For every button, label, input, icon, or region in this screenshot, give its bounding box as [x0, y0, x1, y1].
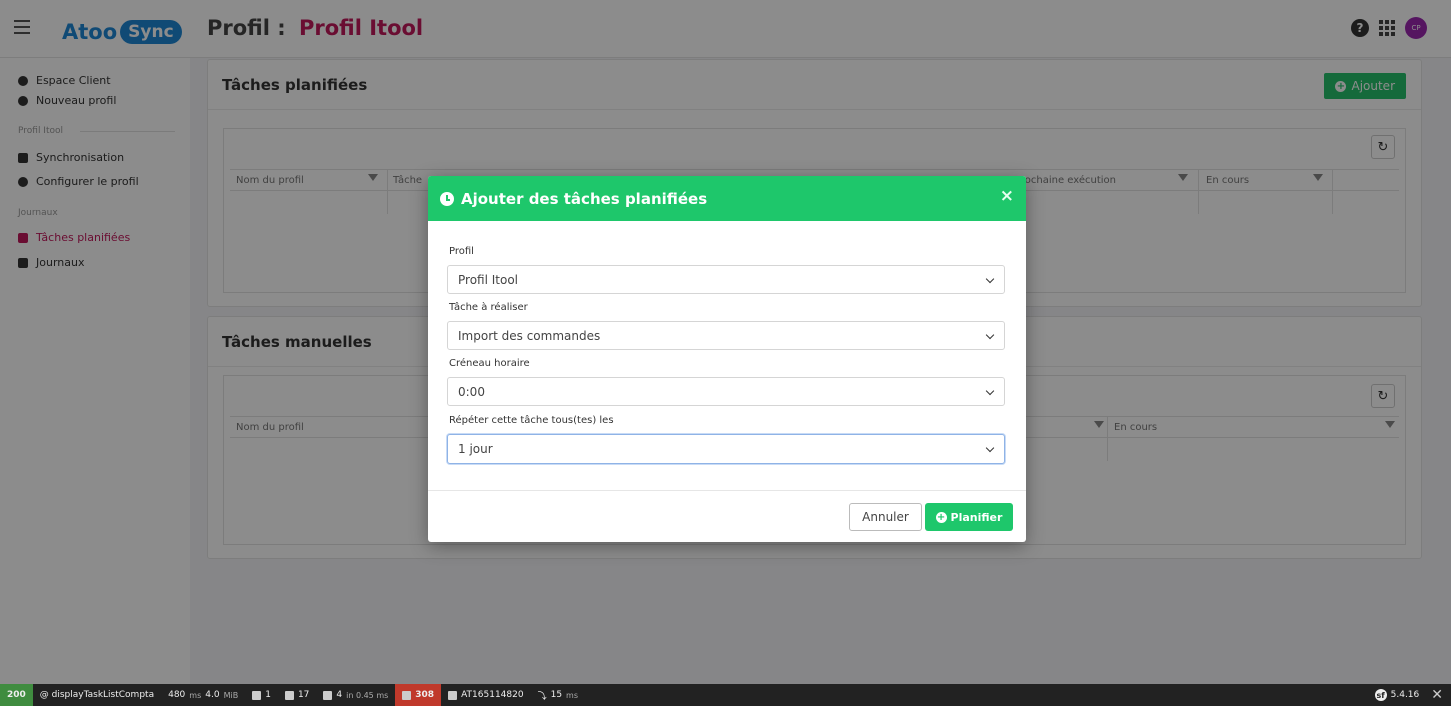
cache-icon [323, 690, 333, 700]
status-code[interactable]: 200 [0, 684, 33, 706]
profil-select[interactable]: Profil Itool [447, 265, 1005, 294]
modal-title: Ajouter des tâches planifiées [461, 189, 708, 208]
forms-info[interactable]: 1 [245, 684, 278, 706]
planifier-label: Planifier [950, 510, 1003, 524]
memory-unit: MiB [223, 690, 239, 700]
templates-count: 17 [297, 690, 310, 700]
repeter-select-value: 1 jour [458, 442, 493, 456]
plus-circle-icon: + [935, 511, 947, 523]
chevron-down-icon [985, 386, 995, 396]
close-icon[interactable]: ✕ [1431, 687, 1443, 703]
error-icon [402, 690, 412, 700]
tache-label: Tâche à réaliser [449, 302, 528, 313]
creneau-select-value: 0:00 [458, 385, 485, 399]
profil-select-value: Profil Itool [458, 273, 519, 287]
version: 5.4.16 [1390, 690, 1420, 700]
cancel-button[interactable]: Annuler [849, 503, 922, 531]
ajax-icon: ⤵ [537, 691, 547, 702]
user-id: AT165114820 [461, 690, 524, 700]
creneau-label: Créneau horaire [449, 358, 530, 369]
close-icon[interactable]: × [1000, 188, 1014, 205]
request-time-value: 480 [168, 690, 186, 700]
route-info[interactable]: @ displayTaskListCompta [33, 684, 161, 706]
chevron-down-icon [985, 274, 995, 284]
ajax-unit: ms [566, 690, 579, 700]
request-time-unit: ms [189, 690, 202, 700]
debug-right: sf 5.4.16 ✕ [1374, 684, 1443, 706]
cache-info[interactable]: 4 in 0.45 ms [316, 684, 395, 706]
user-icon [448, 690, 458, 700]
form-icon [252, 690, 262, 700]
tache-select-value: Import des commandes [458, 329, 601, 343]
user-info[interactable]: AT165114820 [441, 684, 531, 706]
tache-select[interactable]: Import des commandes [447, 321, 1005, 350]
cache-detail: in 0.45 ms [346, 690, 389, 700]
clock-icon [440, 191, 454, 206]
modal-header: Ajouter des tâches planifiées × [428, 176, 1026, 221]
chevron-down-icon [985, 443, 995, 453]
cache-count: 4 [336, 690, 343, 700]
symfony-icon: sf [1374, 689, 1387, 701]
request-time[interactable]: 480 ms 4.0 MiB [161, 684, 245, 706]
creneau-select[interactable]: 0:00 [447, 377, 1005, 406]
modal-footer: Annuler + Planifier [428, 490, 1026, 542]
errors-info[interactable]: 308 [395, 684, 442, 706]
repeter-select[interactable]: 1 jour [447, 434, 1005, 464]
planifier-button[interactable]: + Planifier [925, 503, 1013, 531]
errors-count: 308 [415, 690, 435, 700]
memory-value: 4.0 [205, 690, 220, 700]
template-icon [284, 690, 294, 700]
chevron-down-icon [985, 330, 995, 340]
repeter-label: Répéter cette tâche tous(tes) les [449, 415, 614, 426]
ajax-info[interactable]: ⤵ 15 ms [531, 684, 585, 706]
version-info[interactable]: sf 5.4.16 [1374, 684, 1420, 706]
debug-toolbar: 200 @ displayTaskListCompta 480 ms 4.0 M… [0, 684, 1451, 706]
profil-label: Profil [449, 246, 474, 257]
forms-count: 1 [265, 690, 271, 700]
templates-info[interactable]: 17 [278, 684, 316, 706]
ajax-time: 15 [550, 690, 563, 700]
add-scheduled-task-modal: Ajouter des tâches planifiées × Profil P… [428, 176, 1026, 542]
